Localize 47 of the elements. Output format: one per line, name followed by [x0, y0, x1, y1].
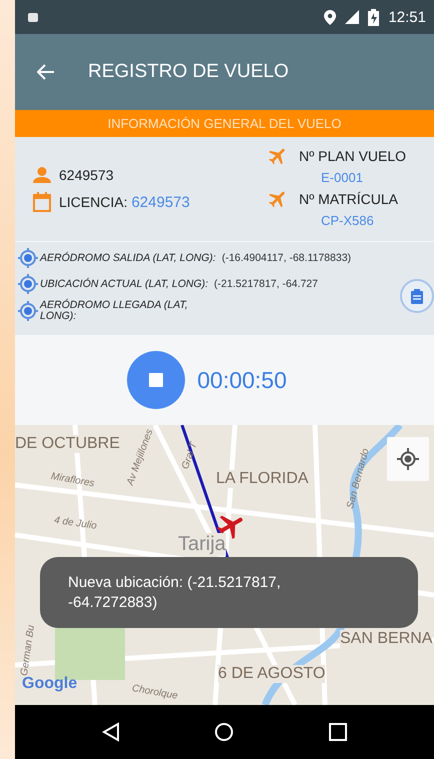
calendar-icon	[33, 192, 51, 212]
location-label: AERÓDROMO LLEGADA (LAT, LONG):	[40, 300, 189, 322]
map-label: Gral T	[180, 440, 200, 471]
battery-icon	[368, 8, 380, 26]
coordinates: (-16.4904117, -68.1178833)	[222, 252, 352, 264]
notes-button[interactable]	[400, 279, 434, 313]
home-icon[interactable]	[214, 722, 234, 742]
location-label: AERÓDROMO SALIDA (LAT, LONG):	[40, 252, 216, 264]
person-icon	[33, 167, 51, 183]
screen-title: REGISTRO DE VUELO	[88, 61, 289, 83]
target-icon	[18, 301, 38, 321]
map-label: SAN BERNA	[340, 630, 432, 648]
target-icon	[18, 274, 38, 294]
plan-number: E-0001	[321, 170, 363, 185]
back-icon[interactable]	[102, 722, 120, 742]
license-number: 6249573	[131, 194, 190, 210]
clipboard-icon	[411, 288, 423, 304]
pilot-id: 6249573	[59, 167, 114, 183]
location-label: UBICACIÓN ACTUAL (LAT, LONG):	[40, 278, 208, 290]
license-label: LICENCIA:	[59, 194, 128, 210]
map-label: 4 de Julio	[53, 515, 98, 532]
map-label: Tarija	[178, 533, 226, 556]
plan-label: Nº PLAN VUELO	[299, 148, 406, 164]
recents-icon[interactable]	[328, 723, 347, 741]
map-label: DE OCTUBRE	[15, 435, 120, 453]
android-icon	[27, 11, 39, 23]
map-label: LA FLORIDA	[216, 470, 308, 488]
registration-number: CP-X586	[321, 213, 374, 228]
location-icon	[324, 10, 336, 24]
coordinates: (-21.5217817, -64.727	[214, 278, 318, 290]
map-label: German Bu	[19, 624, 37, 677]
clock: 12:51	[388, 8, 426, 26]
section-title: INFORMACIÓN GENERAL DEL VUELO	[108, 116, 342, 131]
elapsed-time: 00:00:50	[197, 366, 287, 394]
map-label: San Bernardo	[345, 447, 372, 510]
target-icon	[18, 248, 38, 268]
signal-icon	[345, 10, 360, 24]
registration-label: Nº MATRÍCULA	[299, 191, 398, 207]
my-location-button[interactable]	[387, 437, 429, 481]
back-arrow-icon[interactable]	[37, 64, 55, 80]
map-label: Miraflores	[50, 471, 96, 490]
my-location-icon	[397, 448, 419, 470]
map-label: Chorolque	[131, 683, 178, 702]
map-attribution: Google	[22, 675, 78, 693]
map-label: 6 DE AGOSTO	[218, 665, 326, 683]
stop-icon	[149, 373, 164, 387]
toast-text: Nueva ubicación: (-21.5217817, -64.7272883)	[68, 572, 282, 612]
